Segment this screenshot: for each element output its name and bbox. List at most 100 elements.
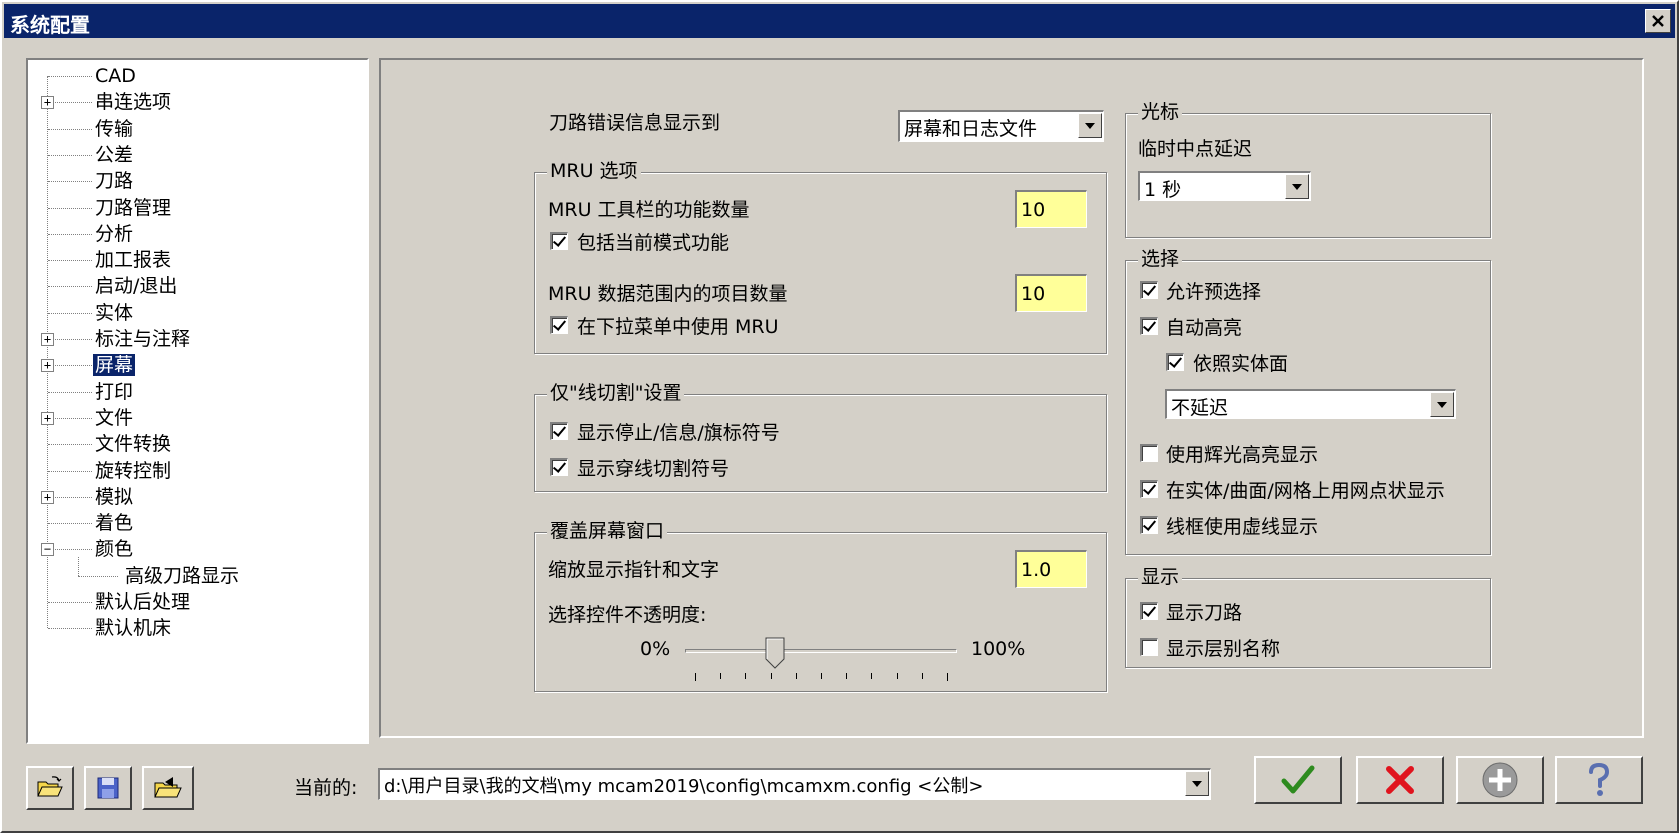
midpoint-delay-label: 临时中点延迟 (1138, 138, 1253, 160)
tree-item[interactable]: 模拟 (93, 485, 135, 509)
tree-branch-line (48, 602, 92, 603)
tree-branch-line (48, 102, 92, 104)
slider-tick (770, 673, 772, 679)
expand-icon[interactable]: + (41, 333, 54, 346)
opacity-slider-track[interactable] (685, 649, 957, 653)
tree-item[interactable]: 实体 (93, 301, 135, 325)
opacity-min-label: 0% (640, 638, 671, 660)
tree-item[interactable]: 颜色 (93, 537, 135, 561)
include-mode-label: 包括当前模式功能 (577, 232, 730, 254)
chevron-down-icon[interactable] (1078, 113, 1102, 138)
slider-tick (921, 673, 923, 679)
save-disk-icon (97, 777, 119, 799)
tree-item[interactable]: CAD (93, 64, 138, 88)
tree-item[interactable]: 高级刀路显示 (123, 564, 241, 588)
show-level-names-checkbox[interactable] (1140, 638, 1158, 656)
category-tree[interactable]: CAD + 串连选项传输 公差刀路刀路管理分析 加工报表启动/退出实体 + 标注与注释 + 屏幕… (26, 58, 369, 744)
tree-item[interactable]: 串连选项 (93, 90, 173, 114)
tree-item-label: 串连选项 (95, 91, 172, 114)
title-bar[interactable]: 系统配置 (4, 4, 1675, 38)
tree-item[interactable]: 文件 (93, 406, 135, 430)
dropdown-mru-label: 在下拉菜单中使用 MRU (577, 316, 779, 338)
opacity-slider-thumb[interactable] (765, 637, 785, 669)
slider-tick (896, 673, 898, 679)
glow-highlight-checkbox[interactable] (1140, 444, 1158, 462)
show-stop-label: 显示停止/信息/旗标符号 (577, 422, 780, 444)
show-thread-checkbox[interactable] (550, 458, 568, 476)
dot-display-checkbox[interactable] (1140, 480, 1158, 498)
ok-button[interactable] (1254, 756, 1342, 804)
tree-item[interactable]: 刀路管理 (93, 196, 173, 220)
selection-title: 选择 (1138, 247, 1183, 271)
tree-item-label: 着色 (95, 512, 134, 535)
tree-item-label: 默认机床 (95, 617, 172, 640)
expand-icon[interactable]: + (41, 411, 54, 425)
chevron-down-icon[interactable] (1185, 771, 1209, 796)
show-toolpath-checkbox[interactable] (1140, 602, 1158, 620)
allow-preselect-label: 允许预选择 (1166, 281, 1262, 303)
expand-icon[interactable]: + (41, 359, 54, 373)
collapse-icon[interactable]: − (41, 543, 54, 557)
open-config-button[interactable] (26, 766, 74, 810)
dropdown-mru-checkbox[interactable] (550, 316, 568, 334)
apply-button[interactable] (1456, 756, 1544, 804)
tree-item-label: 颜色 (95, 538, 134, 561)
tree-item[interactable]: 启动/退出 (93, 274, 179, 298)
tree-branch-line (48, 286, 92, 288)
mru-data-count-input[interactable] (1015, 274, 1087, 312)
cursor-group: 光标 临时中点延迟 1 秒 (1125, 100, 1491, 238)
tree-item-label: 启动/退出 (95, 275, 178, 298)
mru-options-group: MRU 选项 MRU 工具栏的功能数量 包括当前模式功能 MRU 数据范围内的项… (534, 159, 1107, 354)
include-mode-checkbox[interactable] (550, 232, 568, 250)
tree-item[interactable]: 分析 (93, 222, 135, 246)
wireframe-dashed-checkbox[interactable] (1140, 516, 1158, 534)
auto-highlight-checkbox[interactable] (1140, 317, 1158, 335)
slider-tick (821, 673, 822, 679)
tree-item[interactable]: 标注与注释 (93, 327, 192, 351)
chevron-down-icon[interactable] (1430, 392, 1454, 417)
by-solid-face-label: 依照实体面 (1193, 353, 1289, 375)
tree-item[interactable]: 加工报表 (93, 248, 173, 272)
cancel-button[interactable] (1356, 756, 1444, 804)
error-display-select[interactable]: 屏幕和日志文件 (898, 110, 1104, 142)
highlight-delay-select[interactable]: 不延迟 (1165, 389, 1456, 419)
by-solid-face-checkbox[interactable] (1166, 353, 1184, 371)
tree-item[interactable]: 公差 (93, 143, 135, 167)
current-config-label: 当前的: (294, 777, 358, 799)
save-config-button[interactable] (84, 766, 132, 810)
tree-branch-line (48, 523, 92, 525)
tree-item[interactable]: 默认机床 (93, 616, 173, 640)
mru-toolbar-count-input[interactable] (1015, 190, 1087, 228)
plus-circle-icon (1482, 762, 1518, 798)
help-button[interactable] (1555, 756, 1643, 804)
expand-icon[interactable]: + (41, 490, 54, 504)
current-config-select[interactable]: d:\用户目录\我的文档\my mcam2019\config\mcamxm.c… (378, 768, 1211, 800)
wire-settings-title: 仅"线切割"设置 (547, 381, 685, 405)
close-x-icon (1386, 766, 1414, 794)
close-button[interactable] (1645, 9, 1671, 33)
mru-options-title: MRU 选项 (547, 159, 641, 183)
merge-config-button[interactable] (142, 766, 194, 810)
wire-settings-group: 仅"线切割"设置 显示停止/信息/旗标符号 显示穿线切割符号 (534, 381, 1107, 492)
tree-branch-line (48, 391, 92, 393)
tree-item[interactable]: 刀路 (93, 169, 135, 193)
allow-preselect-checkbox[interactable] (1140, 281, 1158, 299)
tree-item[interactable]: 屏幕 (93, 353, 136, 377)
selection-group: 选择 允许预选择 自动高亮 依照实体面 不延迟 使用辉光高亮显示 在实体/曲面/… (1125, 247, 1491, 555)
tree-item[interactable]: 打印 (93, 380, 135, 404)
tree-item-label: 文件转换 (95, 433, 172, 456)
tree-item[interactable]: 传输 (93, 117, 135, 141)
tree-item-label: 刀路管理 (95, 196, 172, 219)
show-stop-checkbox[interactable] (550, 422, 568, 440)
scale-pointer-input[interactable] (1015, 550, 1087, 588)
midpoint-delay-select[interactable]: 1 秒 (1138, 171, 1311, 201)
tree-item[interactable]: 着色 (93, 511, 135, 535)
tree-item[interactable]: 旋转控制 (93, 459, 173, 483)
tree-item-label: 刀路 (95, 170, 134, 193)
folder-arrow-icon (154, 777, 182, 798)
tree-item[interactable]: 默认后处理 (93, 590, 192, 614)
display-title: 显示 (1138, 565, 1183, 589)
chevron-down-icon[interactable] (1285, 174, 1309, 199)
tree-item[interactable]: 文件转换 (93, 432, 173, 456)
expand-icon[interactable]: + (41, 96, 54, 110)
